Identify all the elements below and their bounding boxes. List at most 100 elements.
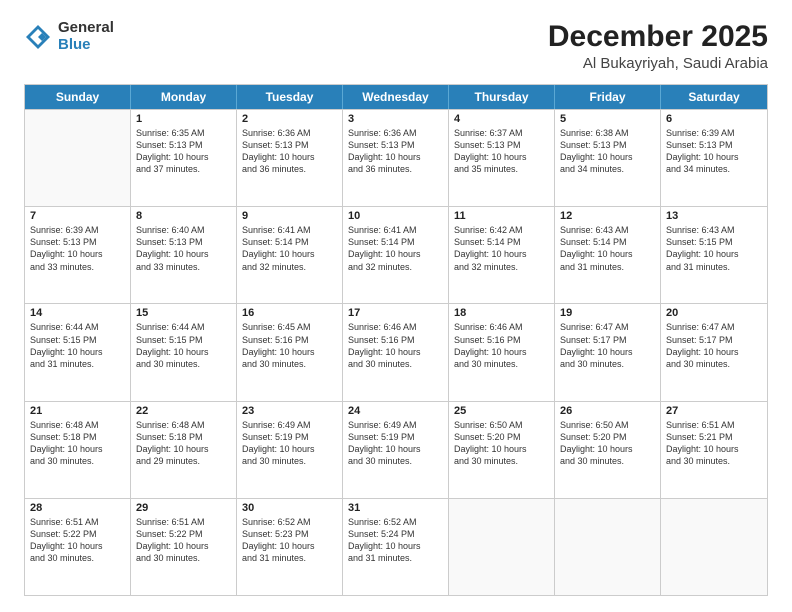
day-number: 11: [454, 210, 549, 222]
day-number: 6: [666, 113, 762, 125]
day-info: Sunrise: 6:46 AM Sunset: 5:16 PM Dayligh…: [454, 321, 549, 370]
day-cell-7: 7Sunrise: 6:39 AM Sunset: 5:13 PM Daylig…: [25, 207, 131, 303]
day-number: 19: [560, 307, 655, 319]
logo-blue-text: Blue: [58, 37, 114, 54]
day-cell-23: 23 Sunrise: 6:49 AM Sunset: 5:19 PM Dayli…: [237, 402, 343, 498]
day-info: Sunrise: 6:41 AM Sunset: 5:14 PM Dayligh…: [348, 224, 443, 273]
day-info: Sunrise: 6:49 AM Sunset: 5:19 PM Dayligh…: [348, 419, 443, 468]
day-cell-9: 9Sunrise: 6:41 AM Sunset: 5:14 PM Daylig…: [237, 207, 343, 303]
weekday-header-friday: Friday: [555, 85, 661, 109]
weekday-header-wednesday: Wednesday: [343, 85, 449, 109]
day-cell-16: 16 Sunrise: 6:45 AM Sunset: 5:16 PM Dayli…: [237, 304, 343, 400]
day-number: 16: [242, 307, 337, 319]
day-number: 17: [348, 307, 443, 319]
day-cell-1: 1 Sunrise: 6:35 AM Sunset: 5:13 PM Daylig…: [131, 110, 237, 206]
logo: General Blue: [24, 20, 114, 53]
day-number: 4: [454, 113, 549, 125]
day-cell-26: 26Sunrise: 6:50 AM Sunset: 5:20 PM Dayli…: [555, 402, 661, 498]
day-cell-4: 4Sunrise: 6:37 AM Sunset: 5:13 PM Daylig…: [449, 110, 555, 206]
day-cell-2: 2Sunrise: 6:36 AM Sunset: 5:13 PM Daylig…: [237, 110, 343, 206]
day-number: 26: [560, 405, 655, 417]
day-cell-25: 25 Sunrise: 6:50 AM Sunset: 5:20 PM Dayli…: [449, 402, 555, 498]
day-number: 8: [136, 210, 231, 222]
day-number: 20: [666, 307, 762, 319]
day-info: Sunrise: 6:36 AM Sunset: 5:13 PM Dayligh…: [348, 127, 443, 176]
day-info: Sunrise: 6:47 AM Sunset: 5:17 PM Dayligh…: [666, 321, 762, 370]
day-number: 25: [454, 405, 549, 417]
day-info: Sunrise: 6:51 AM Sunset: 5:22 PM Dayligh…: [136, 516, 231, 565]
weekday-header-sunday: Sunday: [25, 85, 131, 109]
day-info: Sunrise: 6:51 AM Sunset: 5:22 PM Dayligh…: [30, 516, 125, 565]
day-cell-5: 5 Sunrise: 6:38 AM Sunset: 5:13 PM Daylig…: [555, 110, 661, 206]
header: General Blue December 2025 Al Bukayriyah…: [24, 20, 768, 72]
weekday-header-thursday: Thursday: [449, 85, 555, 109]
day-number: 13: [666, 210, 762, 222]
day-cell-12: 12Sunrise: 6:43 AM Sunset: 5:14 PM Dayli…: [555, 207, 661, 303]
day-info: Sunrise: 6:48 AM Sunset: 5:18 PM Dayligh…: [30, 419, 125, 468]
day-info: Sunrise: 6:40 AM Sunset: 5:13 PM Dayligh…: [136, 224, 231, 273]
day-cell-20: 20 Sunrise: 6:47 AM Sunset: 5:17 PM Dayli…: [661, 304, 767, 400]
logo-text: General Blue: [58, 20, 114, 53]
empty-cell-4-6: [661, 499, 767, 595]
day-cell-14: 14Sunrise: 6:44 AM Sunset: 5:15 PM Dayli…: [25, 304, 131, 400]
day-info: Sunrise: 6:49 AM Sunset: 5:19 PM Dayligh…: [242, 419, 337, 468]
subtitle: Al Bukayriyah, Saudi Arabia: [548, 55, 768, 72]
calendar-row-3: 21Sunrise: 6:48 AM Sunset: 5:18 PM Dayli…: [25, 401, 767, 498]
day-cell-8: 8 Sunrise: 6:40 AM Sunset: 5:13 PM Daylig…: [131, 207, 237, 303]
title-block: December 2025 Al Bukayriyah, Saudi Arabi…: [548, 20, 768, 72]
day-cell-21: 21Sunrise: 6:48 AM Sunset: 5:18 PM Dayli…: [25, 402, 131, 498]
day-number: 5: [560, 113, 655, 125]
day-info: Sunrise: 6:52 AM Sunset: 5:23 PM Dayligh…: [242, 516, 337, 565]
day-cell-13: 13 Sunrise: 6:43 AM Sunset: 5:15 PM Dayli…: [661, 207, 767, 303]
day-number: 30: [242, 502, 337, 514]
day-cell-28: 28 Sunrise: 6:51 AM Sunset: 5:22 PM Dayli…: [25, 499, 131, 595]
day-info: Sunrise: 6:52 AM Sunset: 5:24 PM Dayligh…: [348, 516, 443, 565]
day-info: Sunrise: 6:47 AM Sunset: 5:17 PM Dayligh…: [560, 321, 655, 370]
day-number: 18: [454, 307, 549, 319]
day-number: 23: [242, 405, 337, 417]
calendar-body: 1 Sunrise: 6:35 AM Sunset: 5:13 PM Daylig…: [25, 109, 767, 595]
day-info: Sunrise: 6:36 AM Sunset: 5:13 PM Dayligh…: [242, 127, 337, 176]
day-info: Sunrise: 6:38 AM Sunset: 5:13 PM Dayligh…: [560, 127, 655, 176]
day-number: 12: [560, 210, 655, 222]
day-cell-3: 3 Sunrise: 6:36 AM Sunset: 5:13 PM Daylig…: [343, 110, 449, 206]
day-cell-10: 10 Sunrise: 6:41 AM Sunset: 5:14 PM Dayli…: [343, 207, 449, 303]
day-number: 10: [348, 210, 443, 222]
day-cell-11: 11Sunrise: 6:42 AM Sunset: 5:14 PM Dayli…: [449, 207, 555, 303]
empty-cell-4-4: [449, 499, 555, 595]
calendar-row-2: 14Sunrise: 6:44 AM Sunset: 5:15 PM Dayli…: [25, 303, 767, 400]
empty-cell-4-5: [555, 499, 661, 595]
day-cell-29: 29 Sunrise: 6:51 AM Sunset: 5:22 PM Dayli…: [131, 499, 237, 595]
day-info: Sunrise: 6:45 AM Sunset: 5:16 PM Dayligh…: [242, 321, 337, 370]
day-number: 3: [348, 113, 443, 125]
day-info: Sunrise: 6:46 AM Sunset: 5:16 PM Dayligh…: [348, 321, 443, 370]
day-number: 31: [348, 502, 443, 514]
weekday-header-monday: Monday: [131, 85, 237, 109]
calendar-row-1: 7Sunrise: 6:39 AM Sunset: 5:13 PM Daylig…: [25, 206, 767, 303]
day-cell-31: 31 Sunrise: 6:52 AM Sunset: 5:24 PM Dayli…: [343, 499, 449, 595]
logo-icon: [24, 23, 52, 51]
day-cell-6: 6 Sunrise: 6:39 AM Sunset: 5:13 PM Daylig…: [661, 110, 767, 206]
day-info: Sunrise: 6:44 AM Sunset: 5:15 PM Dayligh…: [136, 321, 231, 370]
weekday-header-tuesday: Tuesday: [237, 85, 343, 109]
day-info: Sunrise: 6:48 AM Sunset: 5:18 PM Dayligh…: [136, 419, 231, 468]
empty-cell-0-0: [25, 110, 131, 206]
day-number: 22: [136, 405, 231, 417]
day-cell-19: 19 Sunrise: 6:47 AM Sunset: 5:17 PM Dayli…: [555, 304, 661, 400]
calendar: SundayMondayTuesdayWednesdayThursdayFrid…: [24, 84, 768, 596]
day-cell-27: 27Sunrise: 6:51 AM Sunset: 5:21 PM Dayli…: [661, 402, 767, 498]
day-number: 1: [136, 113, 231, 125]
day-info: Sunrise: 6:50 AM Sunset: 5:20 PM Dayligh…: [454, 419, 549, 468]
day-number: 28: [30, 502, 125, 514]
day-info: Sunrise: 6:43 AM Sunset: 5:15 PM Dayligh…: [666, 224, 762, 273]
day-info: Sunrise: 6:39 AM Sunset: 5:13 PM Dayligh…: [666, 127, 762, 176]
day-cell-18: 18 Sunrise: 6:46 AM Sunset: 5:16 PM Dayli…: [449, 304, 555, 400]
day-cell-30: 30 Sunrise: 6:52 AM Sunset: 5:23 PM Dayli…: [237, 499, 343, 595]
weekday-header-saturday: Saturday: [661, 85, 767, 109]
day-info: Sunrise: 6:35 AM Sunset: 5:13 PM Dayligh…: [136, 127, 231, 176]
day-number: 24: [348, 405, 443, 417]
day-info: Sunrise: 6:51 AM Sunset: 5:21 PM Dayligh…: [666, 419, 762, 468]
day-number: 29: [136, 502, 231, 514]
day-number: 15: [136, 307, 231, 319]
day-cell-24: 24 Sunrise: 6:49 AM Sunset: 5:19 PM Dayli…: [343, 402, 449, 498]
